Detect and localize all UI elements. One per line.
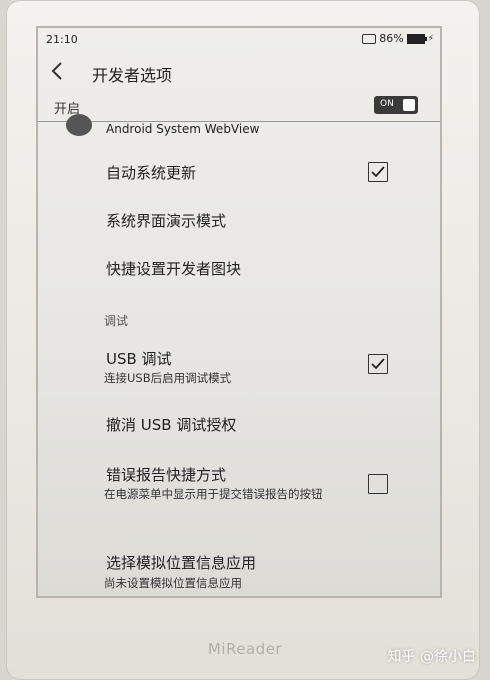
usb-debug-title: USB 调试: [106, 350, 172, 368]
device-screen: 21:10 86% ⚡ 开发者选项 开启 ON Android System W…: [38, 28, 440, 596]
quick-tiles-title: 快捷设置开发者图块: [106, 260, 242, 278]
revoke-usb-title: 撤消 USB 调试授权: [106, 416, 237, 434]
list-item-usb-debug[interactable]: USB 调试 连接USB后启用调试模式: [38, 344, 440, 390]
list-item-bug-report[interactable]: 错误报告快捷方式 在电源菜单中显示用于提交错误报告的按钮: [38, 460, 440, 524]
toggle-knob: [403, 99, 415, 111]
master-switch-row[interactable]: 开启 ON: [38, 92, 440, 122]
list-item-mock-location[interactable]: 选择模拟位置信息应用 尚未设置模拟位置信息应用: [38, 548, 440, 596]
status-time: 21:10: [46, 33, 78, 46]
master-toggle[interactable]: ON: [374, 96, 418, 114]
bug-report-checkbox[interactable]: [368, 474, 388, 494]
back-arrow-icon[interactable]: [50, 61, 68, 83]
list-item-demo-mode[interactable]: 系统界面演示模式: [38, 200, 440, 238]
page-title: 开发者选项: [92, 66, 173, 85]
list-item-webview[interactable]: Android System WebView: [38, 114, 440, 138]
demo-mode-title: 系统界面演示模式: [106, 212, 227, 230]
watermark: 知乎 @徐小白: [387, 649, 476, 665]
usb-debug-checkbox[interactable]: [368, 354, 388, 374]
battery-percent: 86%: [379, 32, 404, 45]
status-bar: 21:10 86% ⚡: [38, 28, 440, 50]
list-item-revoke-usb[interactable]: 撤消 USB 调试授权: [38, 408, 440, 446]
list-item-auto-update[interactable]: 自动系统更新: [38, 152, 440, 190]
usb-debug-summary: 连接USB后启用调试模式: [104, 371, 232, 385]
mock-location-summary: 尚未设置模拟位置信息应用: [104, 576, 242, 590]
bug-report-title: 错误报告快捷方式: [106, 466, 227, 484]
auto-update-title: 自动系统更新: [106, 164, 197, 182]
auto-update-checkbox[interactable]: [368, 162, 388, 182]
message-icon: [362, 33, 377, 44]
section-header-debug: 调试: [104, 314, 129, 328]
app-icon: [66, 114, 92, 136]
app-header: 开发者选项: [38, 54, 440, 90]
battery-icon: [406, 33, 427, 44]
list-item-quick-tiles[interactable]: 快捷设置开发者图块: [38, 248, 440, 286]
charging-icon: ⚡: [427, 33, 434, 44]
toggle-text: ON: [380, 99, 394, 109]
webview-title: Android System WebView: [106, 122, 260, 136]
bug-report-summary: 在电源菜单中显示用于提交错误报告的按钮: [104, 487, 323, 501]
mock-location-title: 选择模拟位置信息应用: [106, 554, 257, 572]
